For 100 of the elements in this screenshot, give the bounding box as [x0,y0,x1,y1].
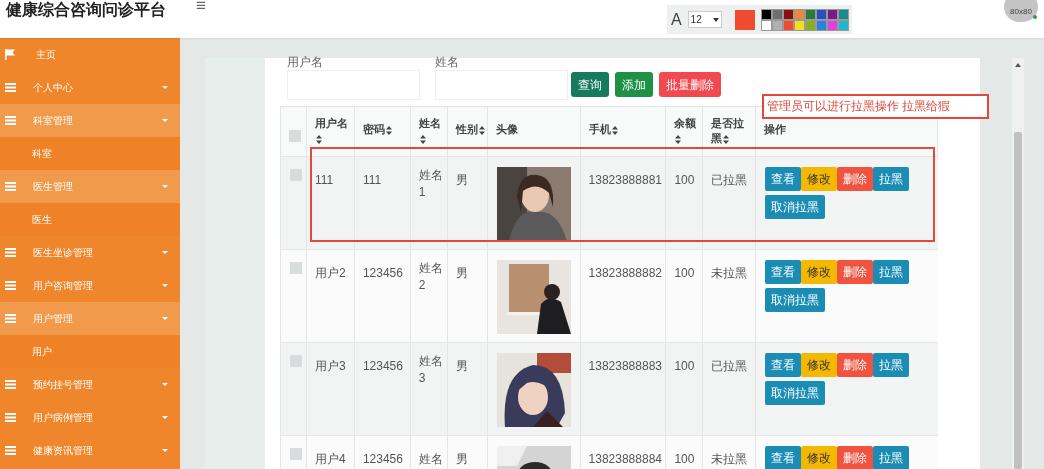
color-swatch[interactable] [805,9,815,19]
table-cell: 100 [674,451,695,468]
annotation-text: 管理员可以进行拉黑操作 拉黑给猳 [767,98,951,114]
color-swatch[interactable] [794,9,804,19]
action-button[interactable]: 修改 [801,260,838,284]
sidebar-label: 用户管理 [33,312,74,326]
action-button[interactable]: 拉黑 [873,167,910,191]
action-button[interactable]: 删除 [837,260,874,284]
column-header[interactable]: 头像 [495,122,518,137]
action-button[interactable]: 拉黑 [873,353,910,377]
action-button[interactable]: 查看 [765,446,802,469]
table-cell: 姓名 [418,451,443,468]
scrollbar[interactable] [1012,58,1024,469]
color-swatch[interactable] [794,20,804,30]
sidebar-subitem[interactable]: 用户 [0,335,180,368]
sidebar-item[interactable]: 医生管理 [0,170,180,203]
action-button[interactable]: 删除 [837,353,874,377]
action-button[interactable]: 查看 [765,353,802,377]
color-swatch[interactable] [761,20,771,30]
action-button[interactable]: 修改 [801,353,838,377]
color-swatch[interactable] [816,20,826,30]
color-swatch[interactable] [783,20,793,30]
grid-icon [5,380,16,389]
color-swatch[interactable] [816,9,826,19]
caret-icon [162,86,168,89]
table-cell: 用户2 [314,265,346,282]
table-cell: 男 [455,451,468,468]
font-label: A [670,11,682,28]
column-header[interactable]: 姓名 [418,116,447,146]
action-button[interactable]: 删除 [837,167,874,191]
grid-icon [5,248,16,257]
color-swatch[interactable] [838,20,848,30]
action-button[interactable]: 取消拉黑 [765,288,826,312]
color-swatch[interactable] [838,9,848,19]
table-cell: 用户3 [314,358,346,375]
action-button[interactable]: 拉黑 [873,260,910,284]
action-button[interactable]: 修改 [801,446,838,469]
caret-icon [162,449,168,452]
sort-icon[interactable] [419,134,426,144]
table-cell: 100 [674,358,695,375]
caret-icon [162,317,168,320]
sidebar-item[interactable]: 科室管理 [0,104,180,137]
grid-icon [5,182,16,191]
font-size-select[interactable]: 12 [687,11,722,28]
action-button[interactable]: 查看 [765,167,802,191]
toolbar-button[interactable]: 查询 [571,72,609,97]
toolbar-button[interactable]: 添加 [615,72,653,97]
sort-icon[interactable] [478,125,485,135]
app-title: 健康综合咨询问诊平台 [6,0,166,20]
column-header[interactable]: 密码 [362,122,392,137]
sidebar-subitem[interactable]: 医生 [0,203,180,236]
sort-icon[interactable] [315,134,322,144]
table-cell: 123456 [362,265,403,282]
sidebar-subitem[interactable]: 科室 [0,137,180,170]
table-cell: 123456 [362,358,403,375]
scroll-up-icon[interactable] [1015,63,1021,67]
color-swatch[interactable] [761,9,771,19]
action-button[interactable]: 修改 [801,167,838,191]
table-cell: 男 [455,358,468,375]
table-cell-text: 姓名3 [418,353,444,387]
table-cell: 未拉黑 [711,265,748,282]
caret-icon [712,17,719,22]
menu-button[interactable]: ≡ [196,0,206,16]
avatar[interactable]: 80x80 [1004,0,1038,22]
color-swatch[interactable] [805,20,815,30]
color-swatch[interactable] [772,20,782,30]
table-cell: 13823888883 [588,358,662,375]
toolbar-button[interactable]: 批量删除 [659,72,721,97]
sort-icon[interactable] [611,125,618,135]
column-header[interactable]: 手机 [588,122,618,137]
column-header[interactable]: 操作 [764,122,787,137]
column-header[interactable]: 是否拉黑 [711,116,756,146]
row-checkbox[interactable] [290,262,302,274]
table-cell: 100 [674,172,695,189]
grid-icon [5,83,16,92]
row-checkbox[interactable] [290,448,302,460]
color-swatch[interactable] [827,20,837,30]
table-cell: 已拉黑 [711,172,748,189]
column-header[interactable]: 性别 [455,122,485,137]
action-button[interactable]: 查看 [765,260,802,284]
color-swatch[interactable] [783,9,793,19]
action-button[interactable]: 删除 [837,446,874,469]
sidebar-label: 预约挂号管理 [33,378,94,392]
sidebar-item[interactable]: 用户管理 [0,302,180,335]
row-checkbox[interactable] [290,355,302,367]
select-all-checkbox[interactable] [289,130,301,142]
color-swatch[interactable] [827,9,837,19]
row-checkbox[interactable] [290,169,302,181]
column-header[interactable]: 余额 [674,116,703,146]
color-swatch[interactable] [772,9,782,19]
action-button[interactable]: 取消拉黑 [765,195,826,219]
sort-icon[interactable] [385,125,392,135]
action-button[interactable]: 取消拉黑 [765,381,826,405]
grid-icon [5,116,16,125]
sort-icon[interactable] [675,134,682,144]
column-header[interactable]: 用户名 [314,116,354,146]
current-color[interactable] [734,9,755,30]
sort-icon[interactable] [723,134,730,144]
caret-icon [162,383,168,386]
action-button[interactable]: 拉黑 [873,446,910,469]
